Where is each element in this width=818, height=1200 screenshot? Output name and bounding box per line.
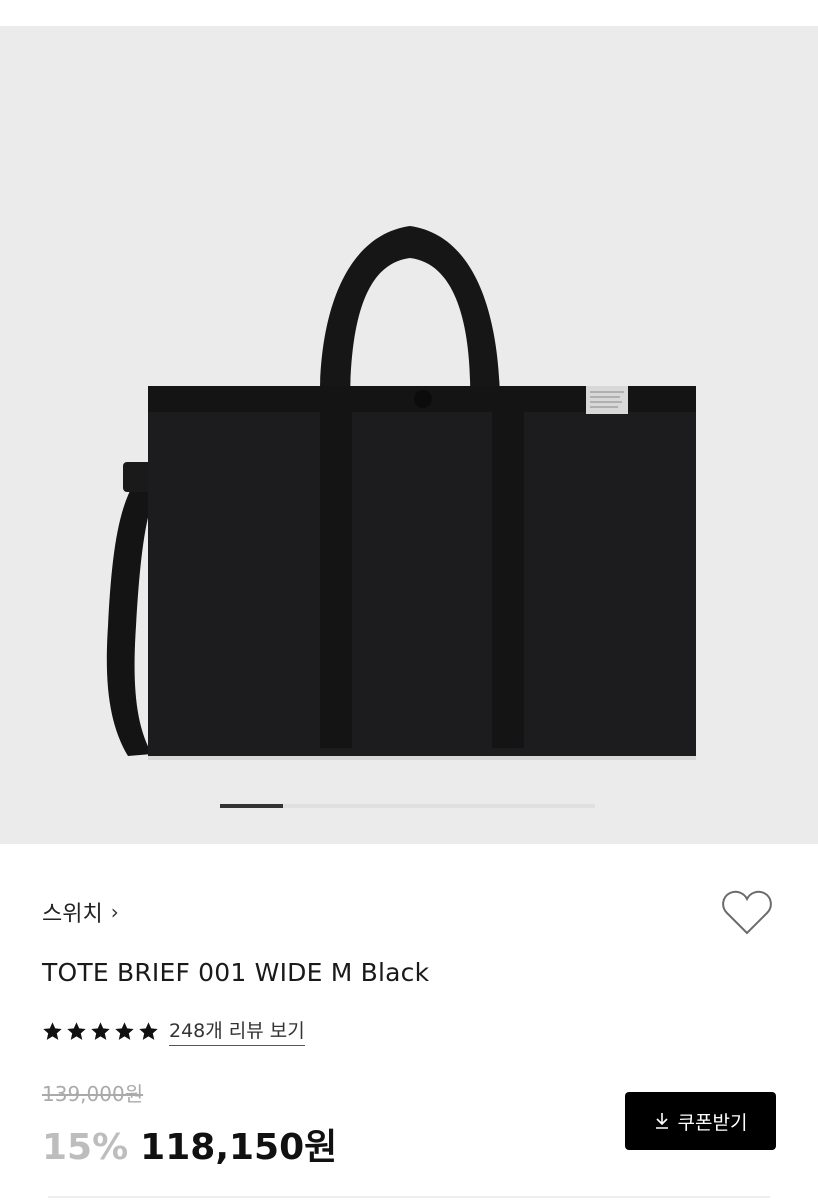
sale-price-row: 15% 118,150원 [42,1118,337,1170]
star-icon [91,1021,110,1040]
product-image-gallery[interactable] [0,26,818,844]
divider [48,1196,770,1198]
star-icon [115,1021,134,1040]
brand-name: 스위치 [42,902,103,927]
download-icon [655,1113,668,1129]
rating-row: 248개 리뷰 보기 [42,1016,305,1046]
chevron-right-icon: › [110,900,119,924]
coupon-button-label: 쿠폰받기 [677,1111,748,1134]
review-link[interactable]: 248개 리뷰 보기 [169,1016,305,1046]
final-price: 118,150원 [140,1127,338,1168]
star-rating [42,1021,159,1042]
coupon-download-button[interactable]: 쿠폰받기 [625,1092,776,1150]
brand-link[interactable]: 스위치 › [42,896,119,928]
heart-icon[interactable] [720,888,774,938]
carousel-indicator-active [220,804,283,808]
product-image [106,226,696,760]
original-price: 139,000원 [42,1082,144,1106]
discount-rate: 15% [42,1127,129,1168]
product-title: TOTE BRIEF 001 WIDE M Black [42,958,430,987]
star-icon [139,1021,158,1040]
product-info: 스위치 › TOTE BRIEF 001 WIDE M Black 248개 리… [0,844,818,1200]
star-icon [67,1021,86,1040]
star-icon [43,1021,62,1040]
